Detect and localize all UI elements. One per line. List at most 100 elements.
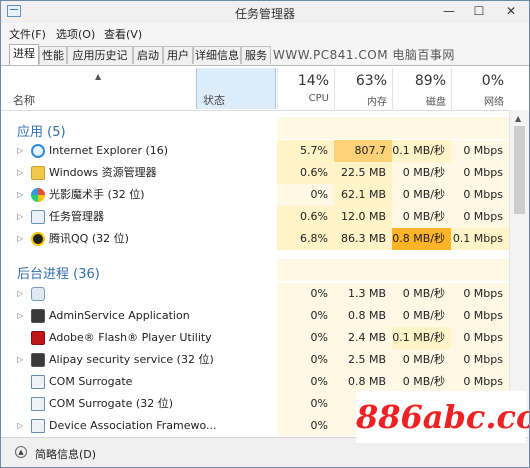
network-label: 网络 (484, 97, 504, 108)
expand-icon[interactable]: ▷ (17, 311, 23, 320)
disk-cell: 0 MB/秒 (392, 184, 451, 206)
network-cell: 0 Mbps (451, 283, 509, 305)
column-name[interactable]: 名称 (13, 92, 35, 108)
windows-explorer-icon (31, 166, 45, 180)
disk-cell: 0 MB/秒 (392, 305, 451, 327)
gear-icon (31, 287, 45, 301)
internet-explorer-icon (31, 144, 45, 158)
tab-app-history[interactable]: 应用历史记录 (67, 46, 133, 80)
disk-total: 89% (414, 73, 446, 89)
cpu-cell: 0% (277, 327, 334, 349)
table-row[interactable]: ▷ 0% 1.3 MB 0 MB/秒 0 Mbps (1, 283, 529, 305)
column-status-label: 状态 (203, 94, 225, 107)
memory-cell: 2.5 MB (334, 349, 392, 371)
watermark-bottom: 886abc.com (356, 391, 529, 443)
expand-icon[interactable]: ▷ (17, 289, 23, 298)
memory-cell: 22.5 MB (334, 162, 392, 184)
memory-cell: 807.7 MB (334, 140, 392, 179)
memory-total: 63% (355, 73, 387, 89)
scrollbar-thumb[interactable] (514, 126, 525, 214)
cpu-cell: 0% (277, 283, 334, 305)
memory-cell: 0.8 MB (334, 305, 392, 327)
process-name: Adobe® Flash® Player Utility (49, 331, 212, 344)
process-name: AdminService Application (49, 309, 190, 322)
network-cell: 0 Mbps (451, 371, 509, 393)
network-cell: 0 Mbps (451, 184, 509, 206)
table-row[interactable]: ▷ 光影魔术手 (32 位) 0% 62.1 MB 0 MB/秒 0 Mbps (1, 184, 529, 206)
disk-label: 磁盘 (426, 97, 446, 108)
network-cell: 0 Mbps (451, 140, 509, 162)
network-cell: 0 Mbps (451, 327, 509, 349)
cpu-cell: 0% (277, 184, 334, 206)
menu-options[interactable]: 选项(O) (56, 26, 95, 42)
expand-icon[interactable]: ▷ (17, 234, 23, 243)
maximize-button[interactable]: ☐ (465, 1, 493, 21)
memory-cell: 2.4 MB (334, 327, 392, 349)
section-background-processes[interactable]: 后台进程 (36) (1, 259, 529, 282)
close-button[interactable]: ✕ (495, 1, 527, 21)
tab-startup[interactable]: 启动 (133, 46, 163, 64)
fewer-details-link[interactable]: 简略信息(D) (35, 446, 96, 462)
tab-users[interactable]: 用户 (163, 46, 193, 64)
tab-performance[interactable]: 性能 (39, 46, 67, 64)
column-memory[interactable]: 63% 内存 (334, 68, 393, 109)
expand-icon[interactable]: ▷ (17, 146, 23, 155)
qq-icon (31, 232, 45, 246)
table-row[interactable]: ▷ AdminService Application 0% 0.8 MB 0 M… (1, 305, 529, 327)
memory-cell: 86.3 MB (334, 228, 392, 250)
expand-icon[interactable]: ▷ (17, 355, 23, 364)
window-icon (31, 375, 45, 389)
column-disk[interactable]: 89% 磁盘 (392, 68, 452, 109)
scroll-up-icon[interactable]: ▲ (515, 114, 521, 123)
column-status[interactable]: 状态 (196, 68, 276, 109)
process-name: Windows 资源管理器 (49, 166, 157, 179)
process-name: 光影魔术手 (32 位) (49, 188, 145, 201)
process-name: 腾讯QQ (32 位) (49, 232, 129, 245)
disk-cell: 0.1 MB/秒 (392, 140, 451, 162)
expand-icon[interactable]: ▷ (17, 212, 23, 221)
process-name: 任务管理器 (49, 210, 104, 223)
table-row[interactable]: ▷ Windows 资源管理器 0.6% 22.5 MB 0 MB/秒 0 Mb… (1, 162, 529, 184)
chevron-up-icon[interactable]: ▲ (15, 446, 27, 458)
menu-view[interactable]: 查看(V) (104, 26, 142, 42)
disk-cell: 0 MB/秒 (392, 349, 451, 371)
column-cpu[interactable]: 14% CPU (277, 68, 335, 109)
table-row[interactable]: COM Surrogate 0% 0.8 MB 0 MB/秒 0 Mbps (1, 371, 529, 393)
table-row[interactable]: ▷ 腾讯QQ (32 位) 6.8% 86.3 MB 0.8 MB/秒 0.1 … (1, 228, 529, 250)
vertical-scrollbar[interactable]: ▲ (509, 110, 529, 436)
section-apps-title: 应用 (5) (17, 125, 66, 140)
expand-icon[interactable]: ▷ (17, 421, 23, 430)
table-row[interactable]: ▷ Alipay security service (32 位) 0% 2.5 … (1, 349, 529, 371)
disk-cell: 0 MB/秒 (392, 206, 451, 228)
network-cell: 0.1 Mbps (451, 228, 509, 250)
table-row[interactable]: ▷ Internet Explorer (16) 5.7% 807.7 MB 0… (1, 140, 529, 179)
service-icon (31, 353, 45, 367)
process-name: Alipay security service (32 位) (49, 353, 214, 366)
tab-services[interactable]: 服务 (241, 46, 271, 64)
task-manager-window: 任务管理器 — ☐ ✕ 文件(F) 选项(O) 查看(V) 进程 性能 应用历史… (0, 0, 530, 468)
cpu-cell: 0% (277, 305, 334, 327)
watermark-top: WWW.PC841.COM 电脑百事网 (273, 48, 455, 62)
disk-cell: 0.1 MB/秒 (392, 327, 451, 349)
process-name: COM Surrogate (49, 375, 133, 388)
memory-cell: 0.8 MB (334, 371, 392, 393)
minimize-button[interactable]: — (435, 1, 463, 21)
tab-details[interactable]: 详细信息 (193, 46, 241, 64)
section-bg (277, 259, 509, 281)
table-row[interactable]: ▷ 任务管理器 0.6% 12.0 MB 0 MB/秒 0 Mbps (1, 206, 529, 228)
menu-file[interactable]: 文件(F) (9, 26, 46, 42)
window-icon (31, 419, 45, 433)
expand-icon[interactable]: ▷ (17, 168, 23, 177)
process-name: Internet Explorer (16) (49, 144, 169, 157)
network-cell: 0 Mbps (451, 305, 509, 327)
cpu-cell: 0.6% (277, 206, 334, 228)
menu-bar: 文件(F) 选项(O) 查看(V) (1, 23, 529, 43)
window-icon (31, 397, 45, 411)
section-apps[interactable]: 应用 (5) (1, 117, 529, 140)
table-row[interactable]: Adobe® Flash® Player Utility 0% 2.4 MB 0… (1, 327, 529, 349)
column-network[interactable]: 0% 网络 (451, 68, 510, 109)
tab-processes[interactable]: 进程 (9, 44, 39, 65)
network-cell: 0 Mbps (451, 349, 509, 371)
expand-icon[interactable]: ▷ (17, 190, 23, 199)
flash-icon (31, 331, 45, 345)
